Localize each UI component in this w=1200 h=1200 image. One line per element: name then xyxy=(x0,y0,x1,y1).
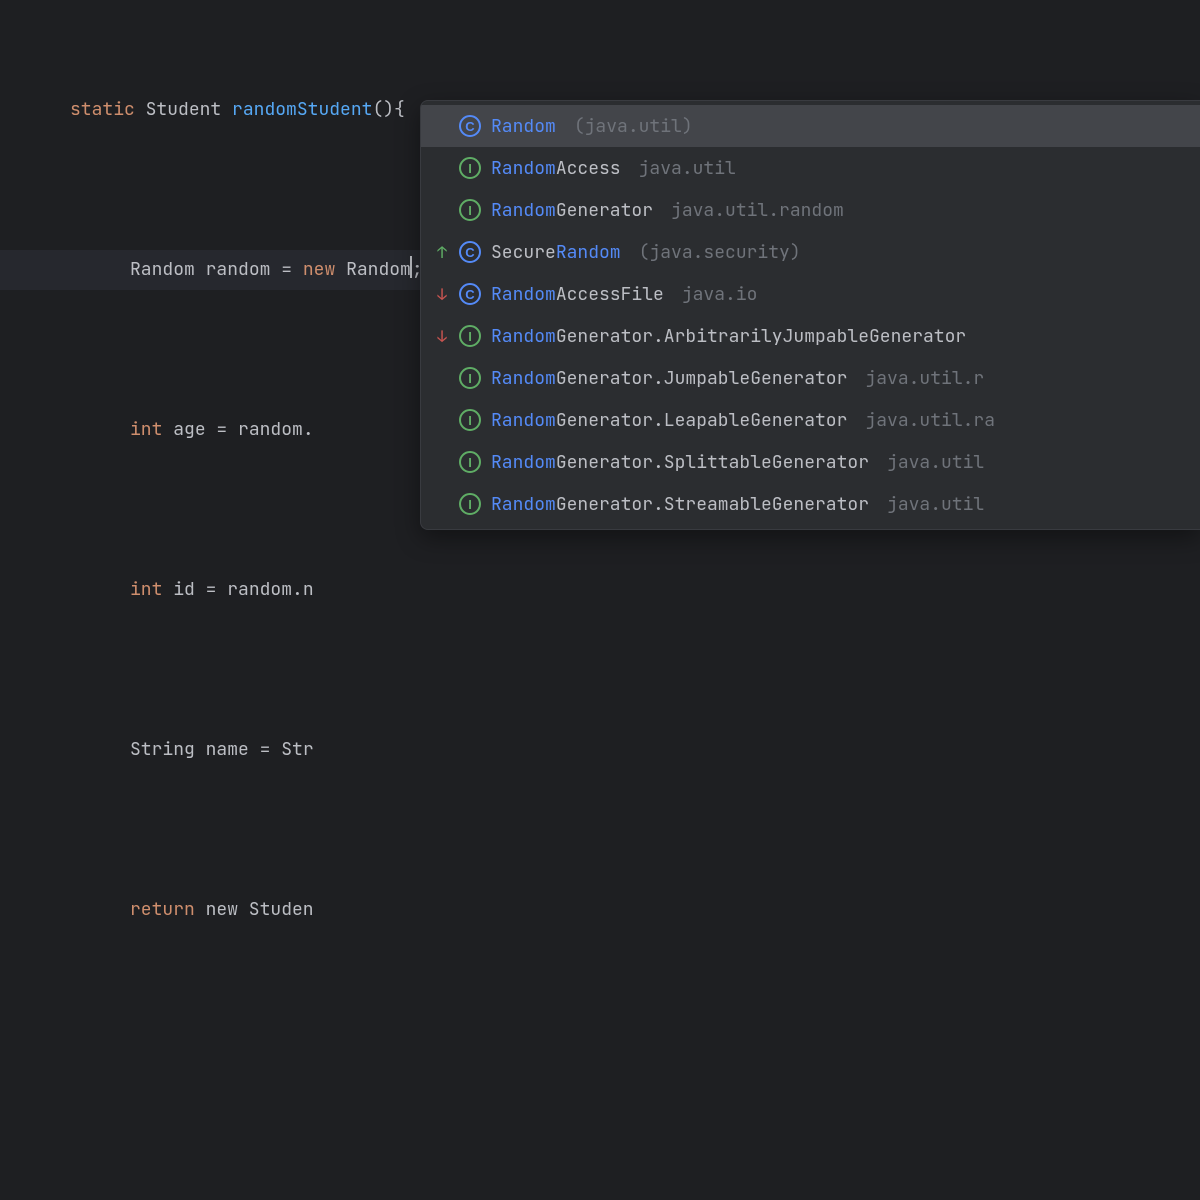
completion-package: java.util xyxy=(887,493,984,516)
autocomplete-item[interactable]: I RandomGenerator.JumpableGenerator java.u… xyxy=(421,357,1200,399)
completion-package: java.util.random xyxy=(671,199,844,222)
code-line[interactable]: String name = Str xyxy=(0,730,1200,770)
autocomplete-item[interactable]: I RandomGenerator java.util.random xyxy=(421,189,1200,231)
autocomplete-item[interactable]: C Random java.util xyxy=(421,105,1200,147)
priority-down-icon: ↓ xyxy=(435,326,449,347)
interface-icon: I xyxy=(459,493,481,515)
completion-name: Random xyxy=(491,115,556,138)
completion-package: java.util xyxy=(887,451,984,474)
autocomplete-item[interactable]: I RandomGenerator.LeapableGenerator java.u… xyxy=(421,399,1200,441)
interface-icon: I xyxy=(459,325,481,347)
type: String xyxy=(130,738,195,761)
autocomplete-popup[interactable]: CRandomjava.utilIRandomAccessjava.utilIR… xyxy=(420,100,1200,530)
class-ref: Random xyxy=(346,258,411,281)
completion-package: java.util.r xyxy=(865,367,984,390)
keyword: static xyxy=(70,98,135,121)
autocomplete-item[interactable]: ↑ C SecureRandom java.security xyxy=(421,231,1200,273)
priority-up-icon: ↑ xyxy=(435,242,449,263)
autocomplete-item[interactable]: I RandomGenerator.SplittableGenerator java… xyxy=(421,441,1200,483)
completion-package: java.util xyxy=(574,115,693,138)
code-line[interactable] xyxy=(0,1050,1200,1090)
method-name: randomStudent xyxy=(232,98,372,121)
autocomplete-item[interactable]: ↓ I RandomGenerator.ArbitrarilyJumpableGen… xyxy=(421,315,1200,357)
code-line[interactable]: return new Studen xyxy=(0,890,1200,930)
autocomplete-item[interactable]: I RandomAccess java.util xyxy=(421,147,1200,189)
class-icon: C xyxy=(459,241,481,263)
class-icon: C xyxy=(459,283,481,305)
class-icon: C xyxy=(459,115,481,137)
interface-icon: I xyxy=(459,367,481,389)
completion-name: RandomGenerator.ArbitrarilyJumpableGener… xyxy=(491,325,966,348)
code-line[interactable]: int id = random.n xyxy=(0,570,1200,610)
completion-name: RandomGenerator.SplittableGenerator xyxy=(491,451,869,474)
completion-package: java.security xyxy=(639,241,801,264)
completion-name: RandomGenerator.StreamableGenerator xyxy=(491,493,869,516)
keyword: return xyxy=(130,898,195,921)
keyword: new xyxy=(303,258,335,281)
autocomplete-item[interactable]: ↓ C RandomAccessFile java.io xyxy=(421,273,1200,315)
priority-down-icon: ↓ xyxy=(435,284,449,305)
completion-name: SecureRandom xyxy=(491,241,621,264)
punct: (){ xyxy=(372,98,404,121)
completion-package: java.util.ra xyxy=(865,409,995,432)
completion-package: java.util xyxy=(639,157,736,180)
interface-icon: I xyxy=(459,409,481,431)
interface-icon: I xyxy=(459,199,481,221)
interface-icon: I xyxy=(459,157,481,179)
completion-name: RandomGenerator xyxy=(491,199,653,222)
completion-name: RandomAccessFile xyxy=(491,283,664,306)
completion-name: RandomGenerator.JumpableGenerator xyxy=(491,367,847,390)
completion-name: RandomAccess xyxy=(491,157,621,180)
keyword: int xyxy=(130,578,162,601)
type: Random xyxy=(130,258,195,281)
interface-icon: I xyxy=(459,451,481,473)
identifier: random xyxy=(206,258,271,281)
keyword: int xyxy=(130,418,162,441)
completion-package: java.io xyxy=(682,283,758,306)
type: Student xyxy=(146,98,222,121)
completion-name: RandomGenerator.LeapableGenerator xyxy=(491,409,847,432)
autocomplete-item[interactable]: I RandomGenerator.StreamableGenerator java… xyxy=(421,483,1200,525)
